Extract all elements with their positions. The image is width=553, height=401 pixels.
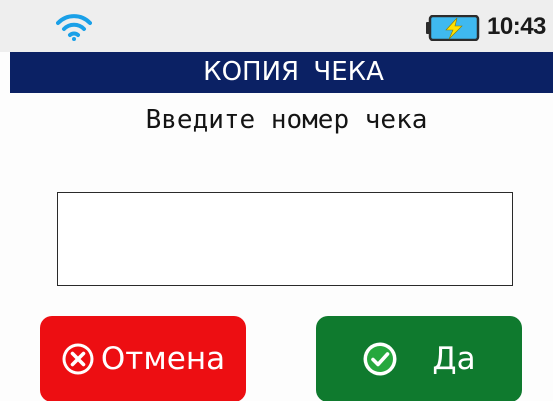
receipt-number-input[interactable] — [57, 192, 513, 286]
title-bar: КОПИЯ ЧЕКА — [10, 52, 553, 93]
prompt-label: Введите номер чека — [145, 105, 428, 135]
wifi-icon — [56, 12, 92, 42]
clock: 10:43 — [487, 13, 546, 40]
cancel-button-label: Отмена — [100, 341, 226, 377]
battery-charging-icon — [426, 14, 480, 42]
status-bar: 10:43 — [0, 0, 553, 52]
screen: 10:43 КОПИЯ ЧЕКА Введите номер чека Отме… — [0, 0, 553, 401]
x-circle-icon — [61, 342, 95, 376]
cancel-button[interactable]: Отмена — [40, 316, 246, 401]
ok-button-label: Да — [432, 341, 476, 377]
check-circle-icon — [362, 341, 398, 377]
ok-button[interactable]: Да — [316, 316, 522, 401]
page-title: КОПИЯ ЧЕКА — [203, 57, 384, 87]
